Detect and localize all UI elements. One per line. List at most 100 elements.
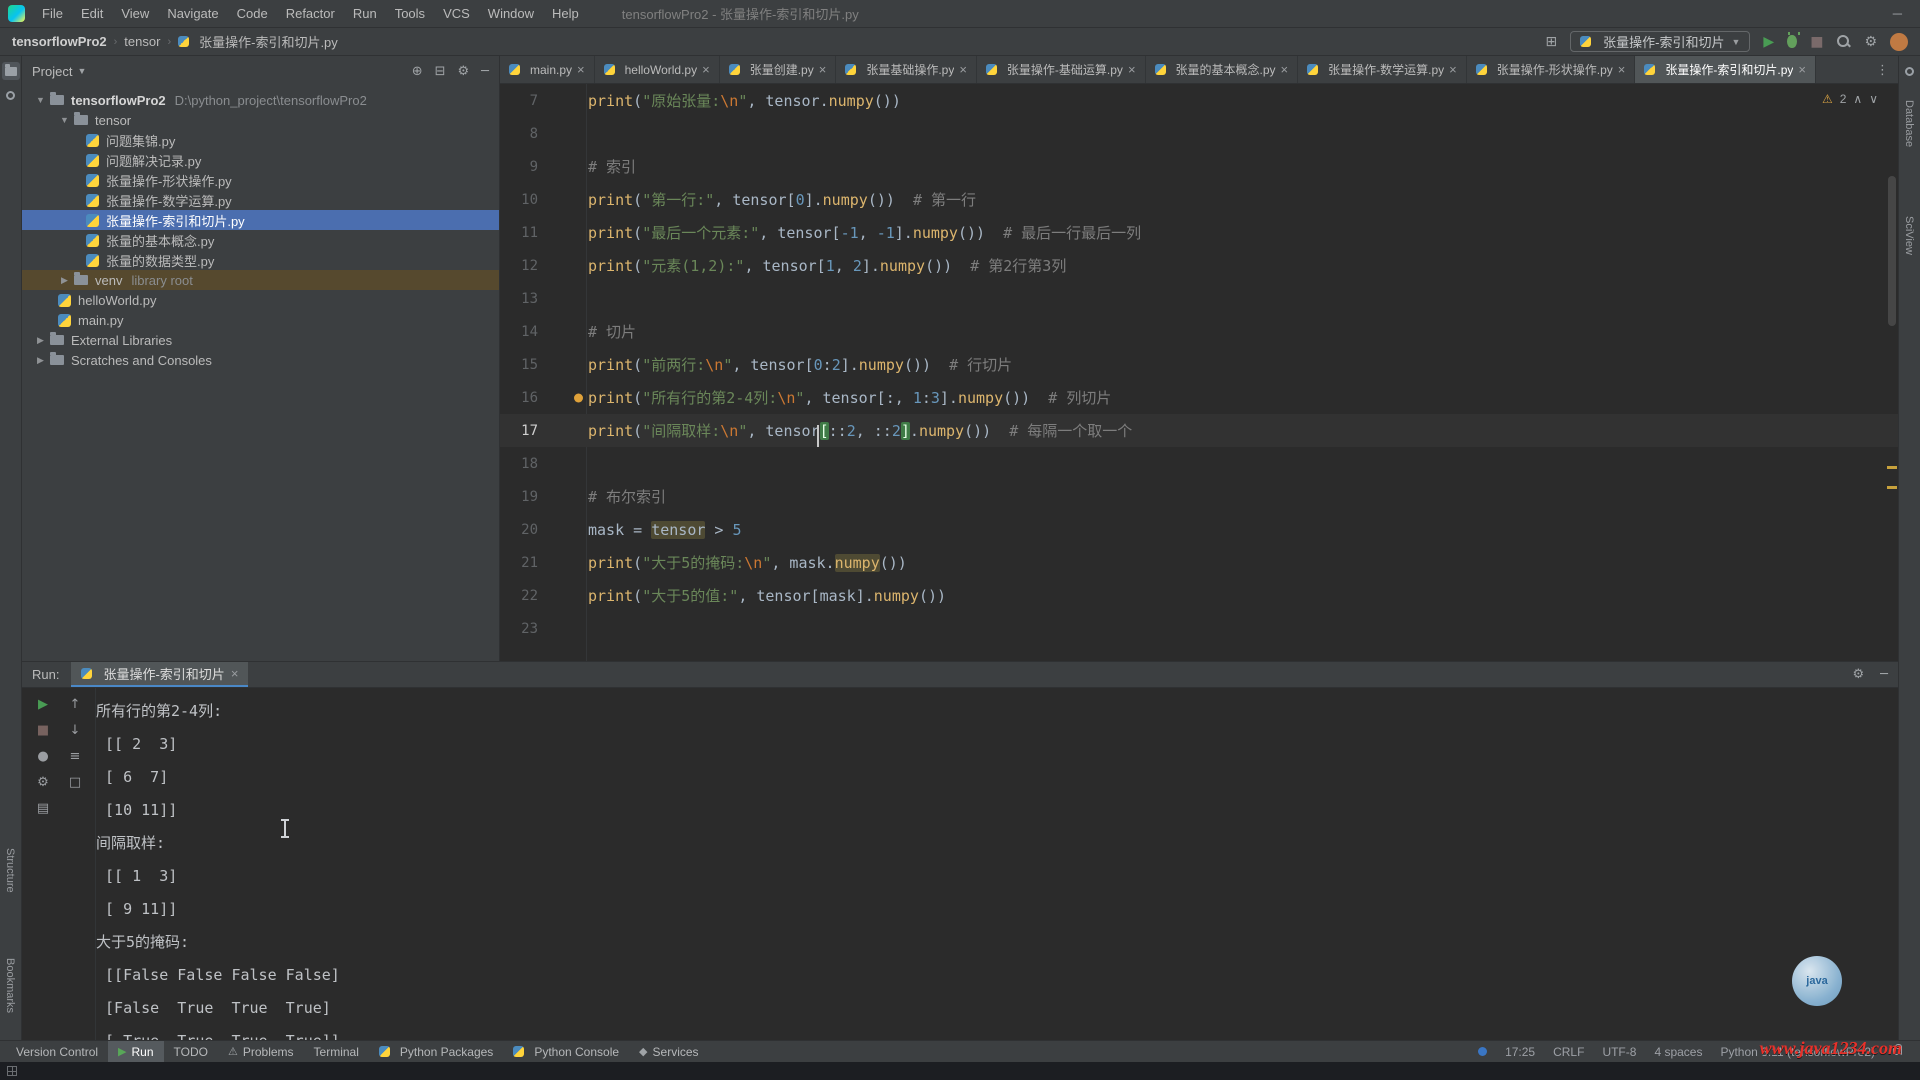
code-editor[interactable]: ⚠ 2 ∧ ∨ 7print("原始张量:\n", tensor.numpy()…: [500, 84, 1898, 661]
code-text[interactable]: print("最后一个元素:", tensor[-1, -1].numpy())…: [588, 222, 1141, 243]
scrollbar-thumb[interactable]: [1888, 176, 1896, 326]
menu-run[interactable]: Run: [344, 3, 386, 24]
tree-item[interactable]: 问题集锦.py: [22, 130, 499, 150]
menu-help[interactable]: Help: [543, 3, 588, 24]
project-tool-button[interactable]: [2, 62, 20, 80]
hide-panel-icon[interactable]: ─: [481, 64, 489, 79]
up-stack-icon[interactable]: ↑: [70, 698, 81, 711]
panel-settings-gear-icon[interactable]: ⚙: [458, 64, 470, 79]
tree-item-project-root[interactable]: ▼ tensorflowPro2 D:\python_project\tenso…: [22, 90, 499, 110]
code-text[interactable]: print("原始张量:\n", tensor.numpy()): [588, 90, 901, 111]
next-issue-icon[interactable]: ∨: [1869, 92, 1878, 106]
line-number[interactable]: 13: [500, 291, 586, 307]
line-number[interactable]: 18: [500, 456, 586, 472]
editor-tab[interactable]: 张量操作-基础运算.py×: [977, 56, 1146, 83]
close-icon[interactable]: ×: [1449, 62, 1457, 77]
menu-refactor[interactable]: Refactor: [277, 3, 344, 24]
tree-item[interactable]: 张量操作-形状操作.py: [22, 170, 499, 190]
settings-icon[interactable]: ⚙: [37, 776, 49, 789]
sciview-tool-button[interactable]: SciView: [1903, 216, 1915, 255]
chevron-down-icon[interactable]: ▼: [77, 66, 86, 76]
tree-item-venv[interactable]: ▶ venv library root: [22, 270, 499, 290]
line-number[interactable]: 11: [500, 225, 586, 241]
menu-window[interactable]: Window: [479, 3, 543, 24]
debug-button[interactable]: [1787, 35, 1797, 48]
statusbar-problems[interactable]: ⚠Problems: [218, 1041, 304, 1062]
code-line[interactable]: 21print("大于5的掩码:\n", mask.numpy()): [500, 546, 1898, 579]
close-icon[interactable]: ×: [1798, 62, 1806, 77]
menu-navigate[interactable]: Navigate: [158, 3, 227, 24]
down-stack-icon[interactable]: ↓: [70, 724, 81, 737]
indent-style[interactable]: 4 spaces: [1654, 1045, 1702, 1059]
tree-item-scratches[interactable]: ▶ Scratches and Consoles: [22, 350, 499, 370]
tree-item[interactable]: 张量的基本概念.py: [22, 230, 499, 250]
menu-code[interactable]: Code: [228, 3, 277, 24]
tree-item-tensor-folder[interactable]: ▼ tensor: [22, 110, 499, 130]
statusbar-run[interactable]: ▶Run: [108, 1041, 163, 1062]
rerun-button[interactable]: ▶: [38, 698, 48, 711]
chevron-collapsed-icon[interactable]: ▶: [34, 355, 47, 366]
code-text[interactable]: print("所有行的第2-4列:\n", tensor[:, 1:3].num…: [588, 387, 1111, 408]
pin-icon[interactable]: ●: [37, 750, 48, 763]
clear-icon[interactable]: □: [69, 776, 81, 789]
notifications-bell-icon[interactable]: [1901, 62, 1919, 80]
code-text[interactable]: print("第一行:", tensor[0].numpy()) # 第一行: [588, 189, 976, 210]
code-text[interactable]: print("大于5的掩码:\n", mask.numpy()): [588, 552, 907, 573]
run-console[interactable]: 所有行的第2-4列: [[ 2 3] [ 6 7] [10 11]] 间隔取样:…: [96, 688, 1898, 1040]
line-number[interactable]: 12: [500, 258, 586, 274]
stop-button[interactable]: ■: [1810, 35, 1823, 49]
code-line[interactable]: 15print("前两行:\n", tensor[0:2].numpy()) #…: [500, 348, 1898, 381]
hide-panel-icon[interactable]: ─: [1880, 667, 1888, 682]
run-config-select[interactable]: 张量操作-索引和切片 ▼: [1570, 31, 1750, 52]
code-text[interactable]: mask = tensor > 5: [588, 521, 742, 539]
tree-item[interactable]: main.py: [22, 310, 499, 330]
line-number[interactable]: 21: [500, 555, 586, 571]
structure-tool-button[interactable]: Structure: [4, 848, 16, 893]
close-icon[interactable]: ×: [702, 62, 710, 77]
run-tab[interactable]: 张量操作-索引和切片 ×: [71, 662, 248, 687]
chevron-collapsed-icon[interactable]: ▶: [34, 335, 47, 346]
menu-vcs[interactable]: VCS: [434, 3, 479, 24]
editor-tab[interactable]: helloWorld.py×: [595, 56, 720, 83]
collapse-all-icon[interactable]: ⊟: [435, 64, 446, 79]
close-icon[interactable]: ×: [1128, 62, 1136, 77]
menu-tools[interactable]: Tools: [386, 3, 434, 24]
code-text[interactable]: print("大于5的值:", tensor[mask].numpy()): [588, 585, 946, 606]
chevron-expanded-icon[interactable]: ▼: [58, 115, 71, 125]
statusbar-version-control[interactable]: Version Control: [6, 1041, 108, 1062]
line-number[interactable]: 10: [500, 192, 586, 208]
line-number[interactable]: 14: [500, 324, 586, 340]
editor-tab[interactable]: main.py×: [500, 56, 595, 83]
encoding[interactable]: UTF-8: [1602, 1045, 1636, 1059]
code-line[interactable]: 14# 切片: [500, 315, 1898, 348]
avatar[interactable]: [1890, 33, 1908, 51]
editor-tab-active[interactable]: 张量操作-索引和切片.py×: [1635, 56, 1816, 83]
line-number[interactable]: 7: [500, 93, 586, 109]
run-button[interactable]: ▶: [1763, 35, 1774, 49]
locate-file-icon[interactable]: ⊕: [412, 64, 423, 79]
line-number[interactable]: 8: [500, 126, 586, 142]
line-number[interactable]: 19: [500, 489, 586, 505]
chevron-collapsed-icon[interactable]: ▶: [58, 275, 71, 286]
database-tool-button[interactable]: Database: [1903, 100, 1915, 147]
code-line[interactable]: 12print("元素(1,2):", tensor[1, 2].numpy()…: [500, 249, 1898, 282]
code-line[interactable]: 7print("原始张量:\n", tensor.numpy()): [500, 84, 1898, 117]
breadcrumb-file[interactable]: 张量操作-索引和切片.py: [178, 32, 338, 51]
close-icon[interactable]: ×: [231, 666, 239, 681]
tree-item[interactable]: helloWorld.py: [22, 290, 499, 310]
caret-position[interactable]: 17:25: [1505, 1045, 1535, 1059]
close-icon[interactable]: ×: [1618, 62, 1626, 77]
tool-windows-toggle-icon[interactable]: [7, 1066, 17, 1076]
menu-edit[interactable]: Edit: [72, 3, 112, 24]
code-line[interactable]: 8: [500, 117, 1898, 150]
code-text[interactable]: print("前两行:\n", tensor[0:2].numpy()) # 行…: [588, 354, 1012, 375]
line-number[interactable]: 15: [500, 357, 586, 373]
editor-tab[interactable]: 张量操作-数学运算.py×: [1298, 56, 1467, 83]
code-line[interactable]: 19# 布尔索引: [500, 480, 1898, 513]
warning-stripe-mark[interactable]: [1887, 466, 1897, 469]
code-line[interactable]: 10print("第一行:", tensor[0].numpy()) # 第一行: [500, 183, 1898, 216]
code-text[interactable]: print("元素(1,2):", tensor[1, 2].numpy()) …: [588, 255, 1066, 276]
settings-gear-icon[interactable]: ⚙: [1864, 35, 1877, 49]
print-icon[interactable]: ▤: [37, 802, 49, 815]
code-line[interactable]: 16print("所有行的第2-4列:\n", tensor[:, 1:3].n…: [500, 381, 1898, 414]
